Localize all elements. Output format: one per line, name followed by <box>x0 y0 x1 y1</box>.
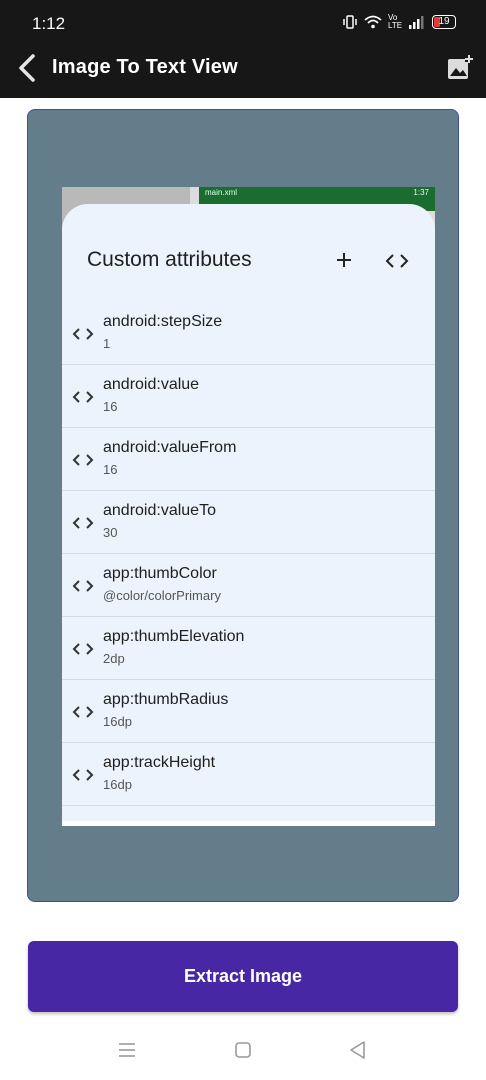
status-icons: Vo LTE 19 <box>342 14 456 30</box>
image-preview: main.xml 1:37 Custom attributes android:… <box>27 109 459 902</box>
menu-icon[interactable] <box>115 1038 139 1062</box>
code-icon <box>72 517 94 529</box>
attributes-sheet: Custom attributes android:stepSize 1 and… <box>62 204 435 826</box>
attribute-name: app:thumbElevation <box>103 628 245 645</box>
plus-icon <box>337 253 351 267</box>
chevron-left-icon <box>19 54 35 82</box>
attribute-name: android:valueTo <box>103 502 216 519</box>
code-icon <box>385 254 409 268</box>
signal-icon <box>409 16 424 29</box>
code-icon <box>72 328 94 340</box>
pick-image-button[interactable] <box>446 54 474 82</box>
screenshot-nav-bar <box>62 821 435 826</box>
battery-icon: 19 <box>432 15 456 29</box>
attribute-row: android:stepSize 1 <box>62 302 435 365</box>
system-nav-bar <box>0 1030 486 1070</box>
attribute-value: 1 <box>103 336 111 351</box>
attribute-row: app:thumbElevation 2dp <box>62 617 435 680</box>
attribute-value: 2dp <box>103 651 125 666</box>
attribute-name: app:thumbColor <box>103 565 217 582</box>
home-square-icon[interactable] <box>231 1038 255 1062</box>
code-icon <box>72 391 94 403</box>
attribute-row: android:valueTo 30 <box>62 491 435 554</box>
code-icon <box>72 643 94 655</box>
attribute-list: android:stepSize 1 android:value 16 andr… <box>62 302 435 806</box>
sheet-title: Custom attributes <box>87 248 252 271</box>
attribute-value: 16dp <box>103 777 132 792</box>
back-button[interactable] <box>10 50 44 86</box>
screenshot-time: 1:37 <box>413 188 429 197</box>
page-title: Image To Text View <box>52 56 238 78</box>
add-photo-icon <box>448 54 473 79</box>
attribute-value: 30 <box>103 525 118 540</box>
attribute-name: android:stepSize <box>103 313 223 330</box>
app-header: 1:12 Vo LTE 19 Image To Text View <box>0 0 486 98</box>
status-time: 1:12 <box>32 14 66 33</box>
attribute-row: app:trackHeight 16dp <box>62 743 435 806</box>
extract-image-button[interactable]: Extract Image <box>28 941 458 1012</box>
attribute-name: android:value <box>103 376 200 393</box>
attribute-row: android:value 16 <box>62 365 435 428</box>
attribute-value: 16 <box>103 399 118 414</box>
attribute-value: 16 <box>103 462 118 477</box>
code-icon <box>72 706 94 718</box>
attribute-value: @color/colorPrimary <box>103 588 221 603</box>
attribute-name: app:thumbRadius <box>103 691 229 708</box>
attribute-row: app:thumbRadius 16dp <box>62 680 435 743</box>
wifi-icon <box>364 15 382 29</box>
code-icon <box>72 769 94 781</box>
vibrate-icon <box>343 15 357 29</box>
attribute-value: 16dp <box>103 714 132 729</box>
attribute-row: app:thumbColor @color/colorPrimary <box>62 554 435 617</box>
code-icon <box>72 454 94 466</box>
attribute-row: android:valueFrom 16 <box>62 428 435 491</box>
back-triangle-icon[interactable] <box>346 1038 370 1062</box>
attribute-name: app:trackHeight <box>103 754 216 771</box>
attribute-name: android:valueFrom <box>103 439 237 456</box>
preview-screenshot: main.xml 1:37 Custom attributes android:… <box>62 187 435 826</box>
screenshot-filename: main.xml <box>205 188 238 197</box>
volte-label: Vo LTE <box>388 13 403 30</box>
code-icon <box>72 580 94 592</box>
